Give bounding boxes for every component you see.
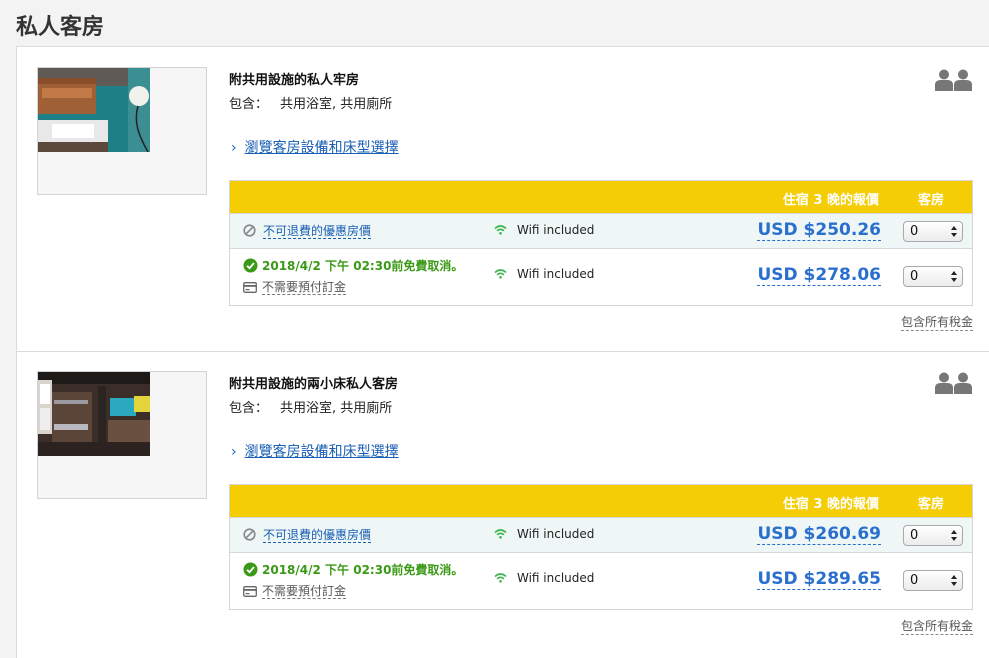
tax-included-note[interactable]: 包含所有稅金	[900, 315, 973, 331]
browse-room-facilities-link[interactable]: › 瀏覽客房設備和床型選擇	[231, 137, 399, 157]
wifi-info: Wifi included	[494, 527, 594, 541]
includes-label: 包含：	[229, 97, 269, 112]
rooms-column-header: 客房	[917, 193, 944, 208]
non-refundable-policy[interactable]: 不可退費的優惠房價	[243, 222, 372, 240]
quantity-value: 0	[910, 224, 919, 239]
rate-price[interactable]: USD $260.69	[757, 524, 881, 545]
rate-table-header: 住宿 3 晚的報價 客房	[230, 485, 972, 517]
room-quantity-select[interactable]: 0	[903, 570, 963, 591]
rate-row: 2018/4/2 下午 02:30前免費取消。 不需要預付訂金 Wifi inc…	[230, 552, 972, 609]
room-card: 附共用設施的私人牢房 包含： 共用浴室, 共用廁所 › 瀏覽客房設備和床型選擇 住宿…	[17, 47, 989, 351]
rate-row: 不可退費的優惠房價 Wifi included USD $250.26 0	[230, 213, 972, 248]
browse-label[interactable]: 瀏覽客房設備和床型選擇	[245, 140, 399, 156]
rooms-panel: 附共用設施的私人牢房 包含： 共用浴室, 共用廁所 › 瀏覽客房設備和床型選擇 住宿…	[16, 46, 989, 658]
rate-table: 住宿 3 晚的報價 客房 不可退費的優惠房價 Wifi included USD…	[229, 180, 973, 306]
room-name: 附共用設施的兩小床私人客房	[229, 377, 399, 392]
tax-included-note[interactable]: 包含所有稅金	[900, 619, 973, 635]
includes-value: 共用浴室, 共用廁所	[280, 401, 393, 416]
quantity-value: 0	[910, 269, 919, 284]
rate-row: 不可退費的優惠房價 Wifi included USD $260.69 0	[230, 517, 972, 552]
room-photo-frame[interactable]	[37, 371, 207, 499]
wifi-icon	[494, 573, 507, 583]
check-circle-icon	[243, 562, 258, 580]
check-circle-icon	[243, 258, 258, 276]
browse-label[interactable]: 瀏覽客房設備和床型選擇	[245, 444, 399, 460]
no-refund-icon	[243, 528, 256, 544]
free-cancellation: 2018/4/2 下午 02:30前免費取消。	[243, 257, 463, 276]
rate-price[interactable]: USD $250.26	[757, 220, 881, 241]
room-name: 附共用設施的私人牢房	[229, 73, 360, 88]
no-prepayment[interactable]: 不需要預付訂金	[243, 278, 347, 296]
browse-room-facilities-link[interactable]: › 瀏覽客房設備和床型選擇	[231, 441, 399, 461]
no-refund-icon	[243, 224, 256, 240]
prepayment-label[interactable]: 不需要預付訂金	[262, 584, 347, 599]
room-quantity-select[interactable]: 0	[903, 221, 963, 242]
room-quantity-select[interactable]: 0	[903, 266, 963, 287]
rate-price[interactable]: USD $278.06	[757, 265, 881, 286]
credit-card-icon	[243, 282, 257, 296]
select-arrows-icon	[951, 226, 957, 237]
non-refundable-policy[interactable]: 不可退費的優惠房價	[243, 526, 372, 544]
credit-card-icon	[243, 586, 257, 600]
rooms-column-header: 客房	[917, 497, 944, 512]
section-title: 私人客房	[16, 15, 105, 40]
chevron-right-icon: ›	[231, 444, 237, 460]
policy-label[interactable]: 不可退費的優惠房價	[263, 528, 372, 543]
includes-label: 包含：	[229, 401, 269, 416]
room-includes: 包含： 共用浴室, 共用廁所	[229, 93, 392, 112]
prepayment-label[interactable]: 不需要預付訂金	[262, 280, 347, 295]
select-arrows-icon	[951, 575, 957, 586]
room-photo[interactable]	[38, 68, 150, 152]
wifi-icon	[494, 529, 507, 539]
cancellation-text: 2018/4/2 下午 02:30前免費取消。	[262, 563, 464, 577]
rate-table-header: 住宿 3 晚的報價 客房	[230, 181, 972, 213]
room-quantity-select[interactable]: 0	[903, 525, 963, 546]
wifi-info: Wifi included	[494, 223, 594, 237]
rate-table: 住宿 3 晚的報價 客房 不可退費的優惠房價 Wifi included USD…	[229, 484, 973, 610]
rate-row: 2018/4/2 下午 02:30前免費取消。 不需要預付訂金 Wifi inc…	[230, 248, 972, 305]
room-photo[interactable]	[38, 372, 150, 456]
select-arrows-icon	[951, 271, 957, 282]
wifi-info: Wifi included	[494, 571, 594, 585]
wifi-info: Wifi included	[494, 267, 594, 281]
policy-label[interactable]: 不可退費的優惠房價	[263, 224, 372, 239]
wifi-label: Wifi included	[517, 223, 595, 237]
room-card: 附共用設施的兩小床私人客房 包含： 共用浴室, 共用廁所 › 瀏覽客房設備和床型選擇…	[17, 351, 989, 658]
rate-price[interactable]: USD $289.65	[757, 569, 881, 590]
free-cancellation: 2018/4/2 下午 02:30前免費取消。	[243, 561, 463, 580]
chevron-right-icon: ›	[231, 140, 237, 156]
wifi-icon	[494, 269, 507, 279]
price-column-header: 住宿 3 晚的報價	[782, 497, 879, 512]
wifi-label: Wifi included	[517, 527, 595, 541]
two-guests-icon	[935, 69, 973, 91]
price-column-header: 住宿 3 晚的報價	[782, 193, 879, 208]
room-includes: 包含： 共用浴室, 共用廁所	[229, 397, 392, 416]
select-arrows-icon	[951, 530, 957, 541]
wifi-icon	[494, 225, 507, 235]
wifi-label: Wifi included	[517, 267, 595, 281]
cancellation-text: 2018/4/2 下午 02:30前免費取消。	[262, 259, 464, 273]
includes-value: 共用浴室, 共用廁所	[280, 97, 393, 112]
room-photo-frame[interactable]	[37, 67, 207, 195]
quantity-value: 0	[910, 573, 919, 588]
no-prepayment[interactable]: 不需要預付訂金	[243, 582, 347, 600]
wifi-label: Wifi included	[517, 571, 595, 585]
quantity-value: 0	[910, 528, 919, 543]
two-guests-icon	[935, 372, 973, 394]
